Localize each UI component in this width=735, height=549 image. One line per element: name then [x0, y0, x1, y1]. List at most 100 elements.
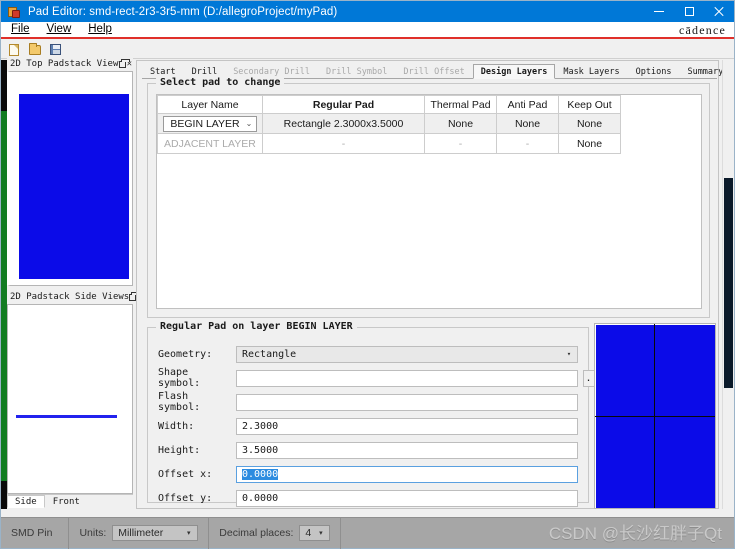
maximize-icon [684, 7, 694, 16]
cell-anti-pad[interactable]: - [496, 133, 559, 154]
window-controls [644, 1, 734, 22]
offset-x-value: 0.0000 [242, 468, 279, 480]
decimal-places-value: 4 [305, 527, 312, 539]
form-row-flash-symbol: Flash symbol: [158, 390, 578, 414]
units-select[interactable]: Millimeter ▾ [112, 525, 199, 541]
cell-keep-out[interactable]: None [558, 133, 621, 154]
offset-x-label: Offset x: [158, 468, 213, 480]
column-header-anti-pad: Anti Pad [496, 95, 559, 114]
table-header-row: Layer Name Regular Pad Thermal Pad Anti … [157, 95, 621, 114]
tab-design-layers[interactable]: Design Layers [472, 64, 556, 79]
menu-item-help[interactable]: Help [81, 22, 119, 37]
table-row[interactable]: ADJACENT LAYER - - - None [157, 133, 621, 154]
cell-regular-pad[interactable]: - [262, 133, 425, 154]
form-row-offset-y: Offset y: 0.0000 [158, 486, 578, 510]
flash-symbol-label: Flash symbol: [158, 391, 201, 413]
height-label: Height: [158, 444, 201, 456]
tab-options[interactable]: Options [628, 64, 680, 79]
tab-mask-layers[interactable]: Mask Layers [555, 64, 627, 79]
height-input[interactable]: 3.5000 [236, 441, 578, 459]
menu-file-label: File [11, 23, 30, 35]
offset-x-input[interactable]: 0.0000 [236, 465, 578, 483]
watermark: CSDN @长沙红胖子Qt [548, 524, 722, 543]
shape-symbol-label: Shape symbol: [158, 367, 201, 389]
status-bar: SMD Pin Units: Millimeter ▾ Decimal plac… [1, 517, 734, 549]
layer-name-value: BEGIN LAYER [170, 117, 240, 130]
side-view-tab-front[interactable]: Front [45, 495, 88, 508]
regular-pad-group-legend: Regular Pad on layer BEGIN LAYER [156, 321, 357, 332]
geometry-label: Geometry: [158, 348, 213, 360]
menu-item-view[interactable]: View [40, 22, 79, 37]
form-row-width: Width: 2.3000 [158, 414, 578, 438]
save-disk-icon [50, 44, 61, 55]
new-file-icon [8, 43, 19, 56]
width-input[interactable]: 2.3000 [236, 417, 578, 435]
close-icon [714, 7, 724, 17]
offset-y-label: Offset y: [158, 492, 213, 504]
shape-symbol-input[interactable] [236, 369, 578, 387]
select-pad-group: Select pad to change Layer Name Regular … [147, 77, 710, 318]
menu-help-label: Help [88, 23, 112, 35]
units-value: Millimeter [118, 527, 164, 539]
panel-side-canvas[interactable] [7, 304, 133, 494]
panel-side-padstack-views: 2D Padstack Side Views ✕ Side Front [7, 290, 142, 522]
pad-table: Layer Name Regular Pad Thermal Pad Anti … [157, 95, 621, 154]
flash-symbol-input[interactable] [236, 393, 578, 411]
pad-shape-preview [596, 325, 715, 508]
form-row-height: Height: 3.5000 [158, 438, 578, 462]
pad-preview[interactable] [594, 323, 716, 509]
form-row-offset-x: Offset x: 0.0000 [158, 462, 578, 486]
column-header-layer-name: Layer Name [157, 95, 263, 114]
panel-top-canvas[interactable] [7, 71, 133, 286]
chevron-down-icon: ▾ [319, 530, 323, 537]
units-label: Units: [79, 527, 107, 539]
close-button[interactable] [704, 1, 734, 22]
cell-thermal-pad[interactable]: - [424, 133, 497, 154]
menu-item-file[interactable]: File [4, 22, 37, 37]
side-view-tabs: Side Front [7, 494, 133, 508]
save-button[interactable] [47, 42, 64, 58]
minimize-button[interactable] [644, 1, 674, 22]
geometry-select[interactable]: Rectangle ▾ [236, 345, 578, 363]
cell-regular-pad[interactable]: Rectangle 2.3000x3.5000 [262, 113, 425, 134]
pad-shape-side-view [16, 415, 117, 418]
cell-thermal-pad[interactable]: None [424, 113, 497, 134]
pad-table-container[interactable]: Layer Name Regular Pad Thermal Pad Anti … [156, 94, 702, 309]
table-row[interactable]: BEGIN LAYER ⌄ Rectangle 2.3000x3.5000 No… [157, 113, 621, 134]
panel-side-title: 2D Padstack Side Views [10, 292, 130, 302]
cell-keep-out[interactable]: None [558, 113, 621, 134]
chevron-down-icon: ▾ [187, 530, 191, 537]
minimize-icon [654, 11, 664, 12]
side-view-tab-side[interactable]: Side [7, 495, 45, 508]
chevron-down-icon: ▾ [566, 350, 572, 358]
maximize-button[interactable] [674, 1, 704, 22]
decimal-places-select[interactable]: 4 ▾ [299, 525, 331, 541]
regular-pad-form: Geometry: Rectangle ▾ Shape symbol: ... [158, 342, 609, 510]
form-row-geometry: Geometry: Rectangle ▾ [158, 342, 578, 366]
scrollbar-thumb[interactable] [724, 178, 733, 388]
panel-top-titlebar: 2D Top Padstack View ✕ [7, 57, 133, 71]
layer-name-combo[interactable]: BEGIN LAYER ⌄ [163, 115, 257, 132]
title-bar: Pad Editor: smd-rect-2r3-3r5-mm (D:/alle… [1, 1, 734, 22]
panel-side-titlebar: 2D Padstack Side Views ✕ [7, 290, 142, 304]
cell-anti-pad[interactable]: None [496, 113, 559, 134]
chevron-down-icon: ⌄ [245, 119, 253, 128]
tab-drill-symbol: Drill Symbol [325, 66, 388, 77]
open-button[interactable] [26, 42, 43, 58]
pad-editor-icon [6, 4, 22, 20]
window-title: Pad Editor: smd-rect-2r3-3r5-mm (D:/alle… [28, 5, 338, 18]
tab-drill-offset: Drill Offset [403, 66, 465, 77]
column-header-regular-pad: Regular Pad [262, 95, 425, 114]
status-decimal-section: Decimal places: 4 ▾ [209, 517, 342, 549]
column-header-keep-out: Keep Out [558, 95, 621, 114]
offset-y-input[interactable]: 0.0000 [236, 489, 578, 507]
vertical-scrollbar[interactable] [722, 60, 733, 509]
cell-layer-name[interactable]: BEGIN LAYER ⌄ [157, 113, 263, 134]
float-icon[interactable] [118, 58, 130, 70]
menu-view-label: View [46, 23, 72, 35]
decimal-places-label: Decimal places: [219, 527, 294, 539]
geometry-value: Rectangle [242, 348, 297, 360]
pad-editor-window: Pad Editor: smd-rect-2r3-3r5-mm (D:/alle… [0, 0, 735, 549]
new-button[interactable] [5, 42, 22, 58]
column-header-thermal-pad: Thermal Pad [424, 95, 497, 114]
